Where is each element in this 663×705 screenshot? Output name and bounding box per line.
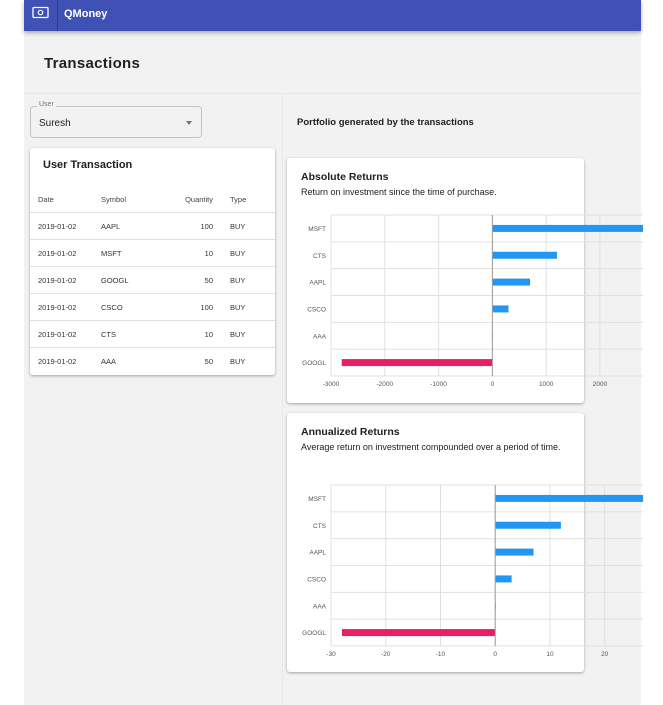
- x-tick-label: -3000: [323, 381, 340, 388]
- x-tick-label: 2000: [593, 381, 608, 388]
- absolute-returns-title: Absolute Returns: [301, 171, 389, 183]
- page-title: Transactions: [44, 55, 141, 72]
- app-bar: QMoney: [24, 0, 641, 31]
- cell-symbol: MSFT: [101, 249, 122, 258]
- cell-date: 2019-01-02: [38, 276, 77, 285]
- header-symbol: Symbol: [101, 195, 127, 204]
- x-tick-label: -10: [436, 651, 446, 658]
- y-tick-label: AAA: [313, 603, 327, 610]
- dropdown-arrow-icon[interactable]: [186, 121, 192, 125]
- header-date: Date: [38, 195, 54, 204]
- y-tick-label: CSCO: [307, 576, 326, 583]
- cell-symbol: AAPL: [101, 222, 121, 231]
- bar-msft: [492, 224, 643, 232]
- x-tick-label: -20: [381, 651, 391, 658]
- cell-symbol: CTS: [101, 330, 116, 339]
- annualized-returns-card: Annualized Returns Average return on inv…: [287, 413, 643, 672]
- cell-quantity: 10: [204, 330, 213, 339]
- table-row: 2019-01-02 CTS 10 BUY: [30, 320, 275, 347]
- user-select-label: User: [37, 101, 56, 108]
- x-tick-label: 10: [546, 651, 554, 658]
- annualized-returns-chart: -30 -20 -10 0 10 20 MSFT CTS AAPL CSCO AAA GOOGL: [302, 484, 643, 658]
- bar-aapl: [495, 548, 534, 556]
- y-tick-label: AAA: [313, 333, 327, 340]
- cell-date: 2019-01-02: [38, 330, 77, 339]
- title-divider: [24, 93, 641, 94]
- cell-date: 2019-01-02: [38, 222, 77, 231]
- app-bar-divider: [57, 0, 58, 31]
- y-tick-label: GOOGL: [302, 630, 326, 637]
- cell-quantity: 100: [200, 303, 213, 312]
- table-row: 2019-01-02 CSCO 100 BUY: [30, 293, 275, 320]
- absolute-returns-subtitle: Return on investment since the time of p…: [301, 187, 497, 197]
- user-select[interactable]: User Suresh: [30, 101, 202, 138]
- app-title: QMoney: [64, 8, 108, 20]
- cell-type: BUY: [230, 249, 246, 258]
- bar-googl: [341, 359, 493, 367]
- cell-type: BUY: [230, 303, 246, 312]
- bar-googl: [341, 629, 496, 637]
- cell-symbol: AAA: [101, 357, 117, 366]
- cell-symbol: GOOGL: [101, 276, 129, 285]
- table-row: 2019-01-02 AAA 50 BUY: [30, 347, 275, 374]
- y-tick-label: MSFT: [308, 226, 326, 233]
- x-tick-label: 0: [493, 651, 497, 658]
- cell-quantity: 10: [204, 249, 213, 258]
- cell-type: BUY: [230, 276, 246, 285]
- table-row: 2019-01-02 AAPL 100 BUY: [30, 212, 275, 239]
- bar-msft: [495, 494, 643, 502]
- header-type: Type: [230, 195, 247, 204]
- y-tick-label: AAPL: [309, 550, 326, 557]
- x-tick-label: 20: [601, 651, 609, 658]
- header-quantity: Quantity: [185, 195, 213, 204]
- cell-type: BUY: [230, 330, 246, 339]
- y-tick-label: GOOGL: [302, 360, 326, 367]
- y-tick-label: CTS: [313, 523, 327, 530]
- cell-date: 2019-01-02: [38, 357, 77, 366]
- x-tick-label: -2000: [376, 381, 393, 388]
- table-row: 2019-01-02 MSFT 10 BUY: [30, 239, 275, 266]
- bar-cts: [495, 521, 561, 529]
- annualized-returns-subtitle: Average return on investment compounded …: [301, 442, 561, 452]
- cell-type: BUY: [230, 222, 246, 231]
- cell-quantity: 50: [204, 357, 213, 366]
- y-tick-label: CTS: [313, 253, 327, 260]
- annualized-returns-title: Annualized Returns: [301, 426, 400, 438]
- x-tick-label: -30: [326, 651, 336, 658]
- column-divider: [282, 94, 283, 705]
- bar-csco: [495, 575, 512, 583]
- cell-date: 2019-01-02: [38, 303, 77, 312]
- cell-date: 2019-01-02: [38, 249, 77, 258]
- bar-csco: [492, 305, 509, 313]
- portfolio-label: Portfolio generated by the transactions: [297, 117, 474, 128]
- y-tick-label: AAPL: [309, 280, 326, 287]
- cell-quantity: 50: [204, 276, 213, 285]
- cell-symbol: CSCO: [101, 303, 123, 312]
- table-row: 2019-01-02 GOOGL 50 BUY: [30, 266, 275, 293]
- cell-type: BUY: [230, 357, 246, 366]
- x-tick-label: -1000: [430, 381, 447, 388]
- bar-cts: [492, 251, 557, 259]
- user-transaction-card: User Transaction Date Symbol Quantity Ty…: [30, 148, 275, 375]
- absolute-returns-card: Absolute Returns Return on investment si…: [287, 158, 643, 403]
- x-tick-label: 0: [491, 381, 495, 388]
- cell-quantity: 100: [200, 222, 213, 231]
- x-tick-label: 1000: [539, 381, 554, 388]
- absolute-returns-chart: -3000 -2000 -1000 0 1000 2000 MSFT CTS AAPL CSCO A…: [302, 214, 643, 388]
- user-select-value: Suresh: [39, 118, 71, 129]
- user-transaction-title: User Transaction: [43, 159, 133, 171]
- y-tick-label: CSCO: [307, 306, 326, 313]
- money-bill-icon: [32, 6, 49, 19]
- bar-aapl: [492, 278, 531, 286]
- y-tick-label: MSFT: [308, 496, 326, 503]
- table-header: Date Symbol Quantity Type: [30, 186, 275, 213]
